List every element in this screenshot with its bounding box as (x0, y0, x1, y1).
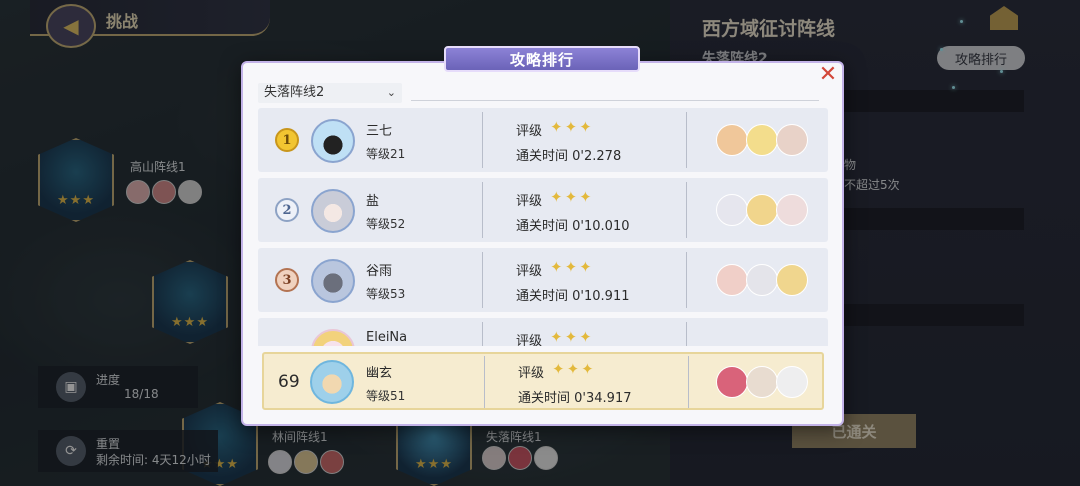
clear-time-label: 通关时间 (516, 219, 569, 234)
team-avatar (746, 366, 778, 398)
clear-time-label: 通关时间 (518, 391, 571, 406)
ranking-list[interactable]: 1 三七 等级21 评级 ✦✦✦ 通关时间 0'2.278 2 盐 等级52 评… (258, 108, 828, 346)
chevron-down-icon: ⌄ (386, 86, 396, 99)
divider (686, 252, 687, 308)
ranking-row[interactable]: 1 三七 等级21 评级 ✦✦✦ 通关时间 0'2.278 (258, 108, 828, 172)
divider (686, 322, 687, 346)
grade-label: 评级 (516, 334, 543, 346)
divider (482, 322, 483, 346)
team-avatar (746, 194, 778, 226)
rank-badge-bronze: 3 (275, 268, 299, 292)
grade-stars-icon: ✦✦✦ (550, 328, 594, 346)
player-avatar[interactable] (310, 360, 354, 404)
grade-stars-icon: ✦✦✦ (550, 188, 594, 206)
player-level: 等级52 (366, 217, 406, 231)
grade-label: 评级 (518, 366, 545, 381)
my-ranking-row[interactable]: 69 幽玄 等级51 评级 ✦✦✦ 通关时间 0'34.917 (262, 352, 824, 410)
ranking-row[interactable]: EleiNa 评级 ✦✦✦ (258, 318, 828, 346)
team-lineup (716, 194, 808, 226)
team-avatar (716, 264, 748, 296)
divider (482, 252, 483, 308)
player-name: 盐 (366, 194, 380, 209)
divider (686, 112, 687, 168)
player-avatar[interactable] (311, 259, 355, 303)
player-name: 幽玄 (366, 366, 393, 381)
team-lineup (716, 124, 808, 156)
grade-label: 评级 (516, 264, 543, 279)
divider (482, 112, 483, 168)
my-rank: 69 (278, 372, 300, 392)
divider (484, 356, 485, 408)
grade-label: 评级 (516, 194, 543, 209)
player-level: 等级51 (366, 389, 406, 403)
clear-time: 通关时间 0'2.278 (516, 145, 621, 164)
team-lineup (716, 366, 808, 398)
player-level: 等级21 (366, 147, 406, 161)
grade-label: 评级 (516, 124, 543, 139)
team-lineup (716, 264, 808, 296)
player-level: 等级53 (366, 287, 406, 301)
stage-select[interactable]: 失落阵线2 ⌄ (258, 83, 402, 103)
ranking-row[interactable]: 3 谷雨 等级53 评级 ✦✦✦ 通关时间 0'10.911 (258, 248, 828, 312)
rank-badge-silver: 2 (275, 198, 299, 222)
clear-time-label: 通关时间 (516, 289, 569, 304)
team-avatar (776, 194, 808, 226)
divider (688, 356, 689, 408)
clear-time-value: 0'10.010 (572, 219, 630, 234)
stage-select-value: 失落阵线2 (264, 85, 325, 100)
divider (482, 182, 483, 238)
ranking-row[interactable]: 2 盐 等级52 评级 ✦✦✦ 通关时间 0'10.010 (258, 178, 828, 242)
divider (686, 182, 687, 238)
team-avatar (776, 264, 808, 296)
clear-time-value: 0'34.917 (574, 391, 632, 406)
clear-time-value: 0'2.278 (572, 149, 622, 164)
clear-time: 通关时间 0'34.917 (518, 387, 632, 406)
player-avatar[interactable] (311, 329, 355, 346)
grade-stars-icon: ✦✦✦ (552, 360, 596, 378)
team-avatar (776, 366, 808, 398)
rank-badge-gold: 1 (275, 128, 299, 152)
team-avatar (716, 194, 748, 226)
team-avatar (716, 124, 748, 156)
team-avatar (746, 124, 778, 156)
player-name: EleiNa (366, 330, 408, 345)
divider (411, 100, 819, 101)
clear-time: 通关时间 0'10.911 (516, 285, 630, 304)
player-avatar[interactable] (311, 189, 355, 233)
grade-stars-icon: ✦✦✦ (550, 258, 594, 276)
team-avatar (716, 366, 748, 398)
player-name: 三七 (366, 124, 393, 139)
team-avatar (776, 124, 808, 156)
clear-time-label: 通关时间 (516, 149, 569, 164)
grade-stars-icon: ✦✦✦ (550, 118, 594, 136)
team-avatar (746, 264, 778, 296)
clear-time-value: 0'10.911 (572, 289, 630, 304)
close-icon[interactable]: ✕ (817, 64, 839, 86)
player-avatar[interactable] (311, 119, 355, 163)
dialog-title: 攻略排行 (444, 46, 640, 72)
player-name: 谷雨 (366, 264, 393, 279)
clear-time: 通关时间 0'10.010 (516, 215, 630, 234)
